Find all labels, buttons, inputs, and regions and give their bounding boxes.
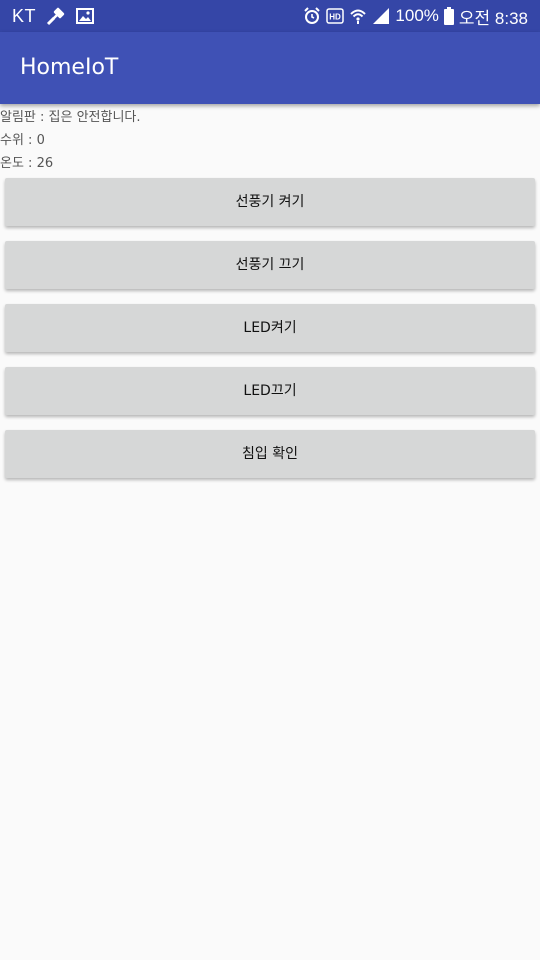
fan-on-button[interactable]: 선풍기 켜기 [5,178,535,226]
app-bar: HomeIoT [0,32,540,104]
status-bar: KT HD 100% 오전 8:38 [0,0,540,32]
status-right: HD 100% 오전 8:38 [303,0,528,32]
svg-text:HD: HD [330,13,342,22]
led-on-button[interactable]: LED켜기 [5,304,535,352]
clock: 오전 8:38 [458,8,528,28]
alarm-icon [303,7,321,25]
wifi-icon [349,7,367,25]
image-icon [76,8,95,24]
carrier-label: KT [12,5,37,26]
battery-percent: 100% [395,6,439,25]
main-content: 알림판 : 집은 안전합니다. 수위 : 0 온도 : 26 선풍기 켜기 선풍… [0,104,540,478]
app-title: HomeIoT [20,55,119,80]
intrusion-check-button[interactable]: 침입 확인 [5,430,535,478]
led-off-button[interactable]: LED끄기 [5,367,535,415]
battery-icon [443,7,454,25]
button-list: 선풍기 켜기 선풍기 끄기 LED켜기 LED끄기 침입 확인 [5,178,535,493]
status-left: KT [12,0,95,32]
water-level-text: 수위 : 0 [0,133,45,148]
signal-icon [372,7,390,25]
temperature-text: 온도 : 26 [0,156,54,171]
notice-text: 알림판 : 집은 안전합니다. [0,110,141,125]
hd-icon: HD [326,8,345,24]
wrench-icon [46,6,66,26]
fan-off-button[interactable]: 선풍기 끄기 [5,241,535,289]
